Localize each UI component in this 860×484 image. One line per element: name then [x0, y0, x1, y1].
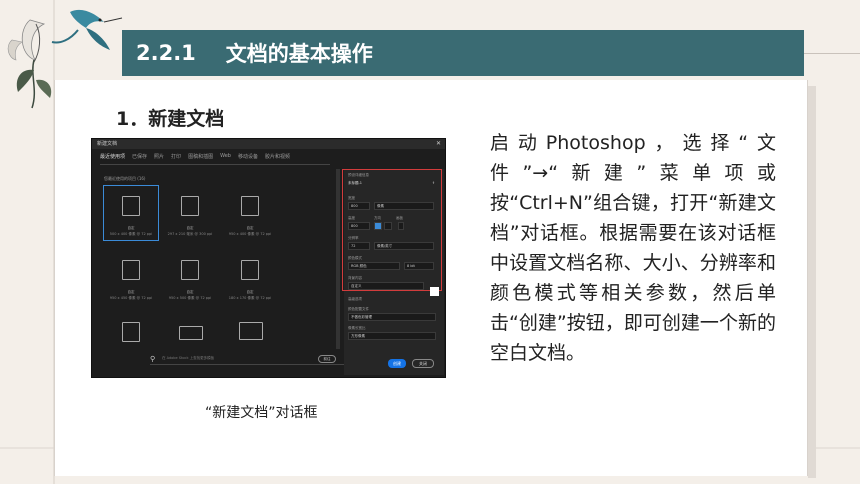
- preset-name: 自定: [127, 290, 135, 294]
- document-icon: [241, 196, 259, 216]
- tab-divider: [100, 164, 330, 165]
- preset-size: 950 x 500 像素 @ 72 ppi: [168, 296, 212, 300]
- subheading: 1．新建文档: [116, 108, 225, 130]
- pixel-aspect-select[interactable]: 方形像素: [348, 332, 436, 340]
- tab-photo[interactable]: 照片: [154, 153, 164, 160]
- figure-caption: “新建文档”对话框: [205, 405, 318, 421]
- preset-size: 500 x 400 像素 @ 72 ppi: [109, 232, 153, 236]
- document-icon: [181, 260, 199, 280]
- preset-tile[interactable]: 自定 950 x 500 像素 @ 72 ppi: [162, 249, 218, 305]
- document-icon: [122, 260, 140, 280]
- tab-saved[interactable]: 已保存: [132, 153, 147, 160]
- advanced-options-toggle[interactable]: 高级选项: [348, 297, 362, 302]
- slide: 2.2.1 文档的基本操作 1．新建文档 新建文档 ✕ 最近使用项 已保存 照片…: [0, 0, 860, 484]
- panel-shadow: [808, 86, 816, 478]
- header-rule: [804, 53, 860, 54]
- search-icon: ⚲: [150, 355, 156, 363]
- preset-name: 自定: [246, 226, 254, 230]
- tab-art[interactable]: 图稿和插图: [188, 153, 213, 160]
- document-icon: [179, 326, 203, 340]
- preset-size: 950 x 450 像素 @ 72 ppi: [109, 296, 153, 300]
- scrollbar[interactable]: [336, 169, 340, 349]
- tab-print[interactable]: 打印: [171, 153, 181, 160]
- document-icon: [181, 196, 199, 216]
- section-header: 2.2.1 文档的基本操作: [122, 30, 804, 76]
- search-go-button[interactable]: 前往: [318, 355, 336, 363]
- preset-size: 180 x 170 像素 @ 72 ppi: [228, 296, 272, 300]
- preset-name: 自定: [186, 290, 194, 294]
- preset-tile[interactable]: 自定 950 x 450 像素 @ 72 ppi: [103, 249, 159, 305]
- section-number: 2.2.1: [136, 41, 196, 65]
- tab-film[interactable]: 胶片和视频: [265, 153, 290, 160]
- search-placeholder: 在 Adobe Stock 上查找更多模板: [162, 356, 215, 360]
- preset-size: 297 x 210 毫米 @ 300 ppi: [167, 232, 213, 236]
- dialog-close-icon[interactable]: ✕: [436, 139, 441, 149]
- close-button[interactable]: 关闭: [412, 359, 434, 368]
- create-button[interactable]: 创建: [388, 359, 406, 368]
- tab-web[interactable]: Web: [220, 153, 231, 160]
- document-icon: [122, 322, 140, 342]
- bird-flower-decoration-icon: [7, 9, 123, 109]
- color-profile-select[interactable]: 不做色彩管理: [348, 313, 436, 321]
- document-icon: [239, 322, 263, 340]
- new-document-dialog: 新建文档 ✕ 最近使用项 已保存 照片 打印 图稿和插图 Web 移动设备 胶片…: [91, 138, 446, 378]
- preset-tile[interactable]: 自定 297 x 210 毫米 @ 300 ppi: [162, 185, 218, 241]
- color-profile-label: 颜色配置文件: [348, 307, 369, 311]
- preset-tile[interactable]: 自定 500 x 400 像素 @ 72 ppi: [103, 185, 159, 241]
- dialog-tabs: 最近使用项 已保存 照片 打印 图稿和插图 Web 移动设备 胶片和视频: [100, 153, 290, 160]
- document-icon: [241, 260, 259, 280]
- recent-items-label: 您最近使用的项目 (16): [104, 176, 146, 181]
- preset-name: 自定: [127, 226, 135, 230]
- section-title: 文档的基本操作: [225, 42, 373, 66]
- preset-name: 自定: [186, 226, 194, 230]
- preset-tile[interactable]: 自定 950 x 400 像素 @ 72 ppi: [222, 185, 278, 241]
- document-icon: [122, 196, 140, 216]
- dialog-title: 新建文档: [92, 139, 445, 149]
- body-paragraph: 启动Photoshop，选择“文件”→“新建”菜单项或按“Ctrl+N”组合键，…: [490, 132, 776, 364]
- highlight-box: [342, 169, 442, 291]
- preset-size: 950 x 400 像素 @ 72 ppi: [228, 232, 272, 236]
- preset-tile[interactable]: 自定 180 x 170 像素 @ 72 ppi: [222, 249, 278, 305]
- background-color-swatch[interactable]: [430, 287, 439, 296]
- preset-name: 自定: [246, 290, 254, 294]
- pixel-aspect-label: 像素长宽比: [348, 326, 366, 330]
- tab-recent[interactable]: 最近使用项: [100, 153, 125, 160]
- template-search[interactable]: ⚲ 在 Adobe Stock 上查找更多模板 前往: [150, 353, 368, 365]
- tab-mobile[interactable]: 移动设备: [238, 153, 258, 160]
